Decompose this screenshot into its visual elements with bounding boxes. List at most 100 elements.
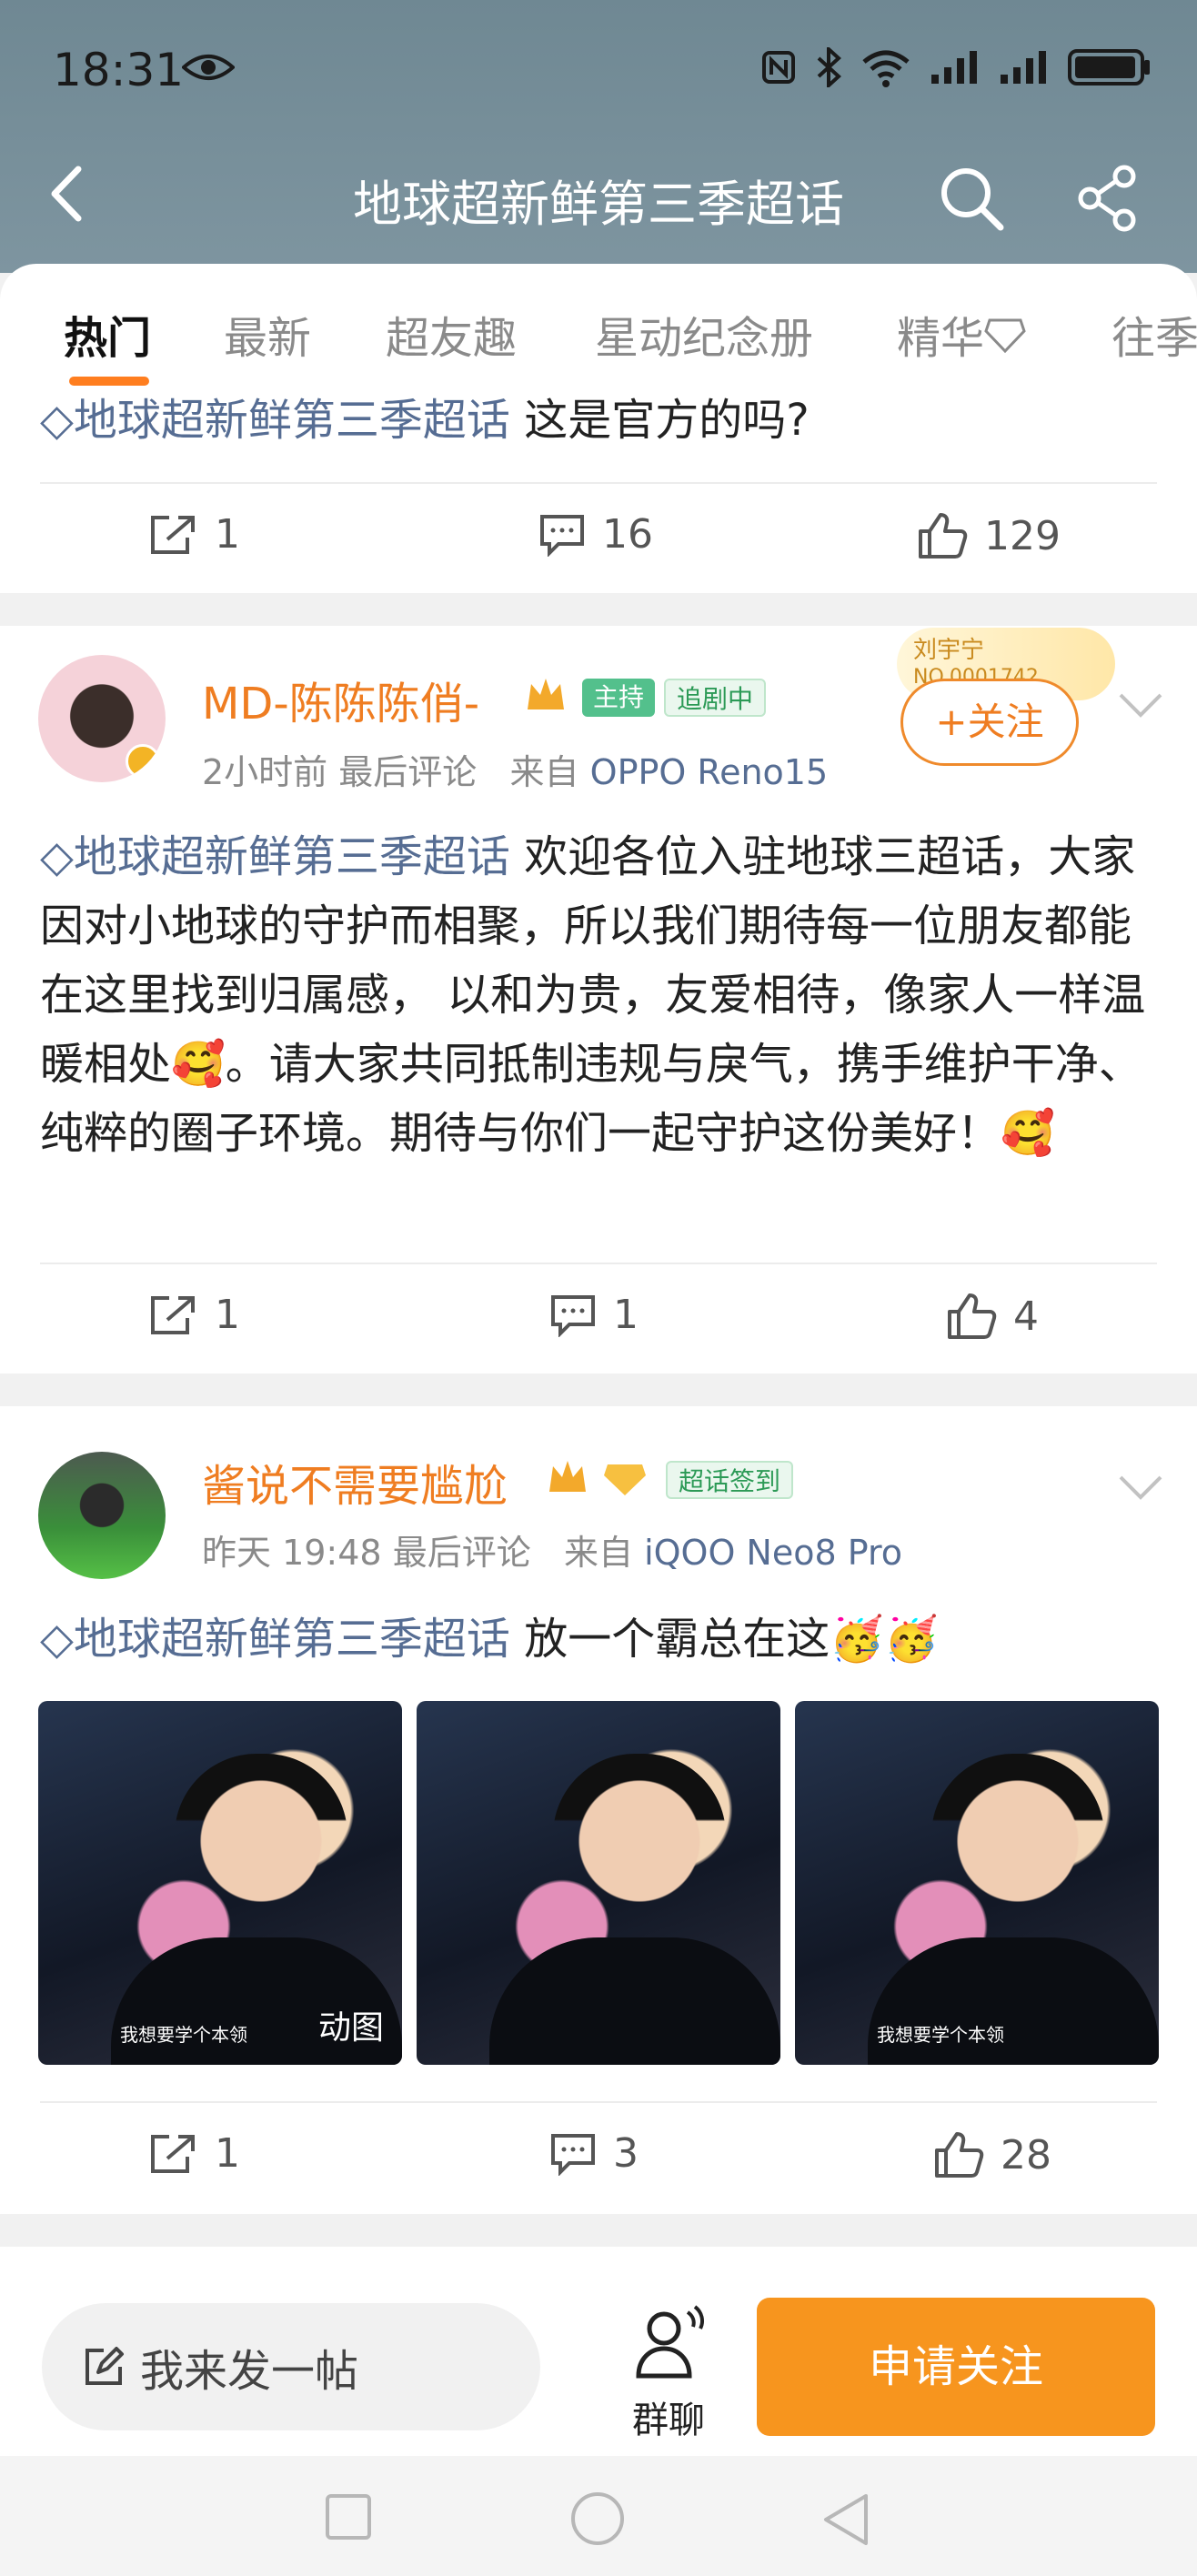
post-image[interactable]: 我想要学个本领 xyxy=(795,1701,1159,2065)
back-nav-icon[interactable] xyxy=(820,2492,871,2547)
compose-button[interactable]: 我来发一帖 xyxy=(42,2303,540,2430)
recent-apps-icon[interactable] xyxy=(326,2494,371,2540)
fan-tag: 刘宇宁 xyxy=(913,637,985,664)
post-3-text: ◇地球超新鲜第三季超话 放一个霸总在这🥳🥳 xyxy=(40,1605,1163,1674)
post-divider xyxy=(0,593,1197,626)
tab-latest[interactable]: 最新 xyxy=(224,302,311,366)
post-body: 这是官方的吗? xyxy=(524,395,810,446)
crown-icon xyxy=(549,1461,586,1492)
comment-button[interactable]: 1 xyxy=(549,1292,639,1338)
post-time: 2小时前 xyxy=(202,752,328,792)
post-image[interactable]: 我想要学个本领 动图 xyxy=(38,1701,402,2065)
username[interactable]: 酱说不需要尴尬 xyxy=(202,1450,508,1514)
image-caption: 我想要学个本领 xyxy=(877,2024,1004,2046)
comment-count: 1 xyxy=(613,1292,639,1338)
chevron-down-icon[interactable] xyxy=(1117,691,1164,719)
apply-follow-button[interactable]: 申请关注 xyxy=(757,2298,1155,2436)
from-label: 来自 xyxy=(563,1533,633,1573)
like-button[interactable]: 129 xyxy=(917,511,1061,560)
group-chat-label: 群聊 xyxy=(632,2400,705,2441)
from-label: 来自 xyxy=(509,752,579,792)
comment-icon xyxy=(551,2133,595,2176)
group-chat-button[interactable]: 群聊 xyxy=(619,2303,719,2443)
tab-past[interactable]: 往季 xyxy=(1112,302,1197,366)
status-icons xyxy=(760,47,1152,87)
repost-count: 1 xyxy=(215,2130,240,2177)
post-divider xyxy=(0,2214,1197,2247)
active-tab-indicator xyxy=(69,377,149,386)
post-body: 放一个霸总在这🥳🥳 xyxy=(524,1614,939,1665)
watching-badge: 追剧中 xyxy=(664,679,767,717)
avatar[interactable] xyxy=(38,1452,166,1579)
group-chat-icon xyxy=(636,2305,704,2379)
image-figure-face xyxy=(931,1754,1104,1972)
repost-icon xyxy=(151,2134,195,2173)
comment-icon xyxy=(551,1294,595,1337)
eye-icon xyxy=(182,55,235,80)
search-icon[interactable] xyxy=(937,164,1006,233)
gif-label: 动图 xyxy=(317,2009,384,2047)
like-count: 28 xyxy=(1001,2131,1051,2179)
topic-label: 地球超新鲜第三季超话 xyxy=(73,395,510,446)
tab-fun[interactable]: 超友趣 xyxy=(386,302,517,366)
post-image[interactable] xyxy=(417,1701,780,2065)
comment-count: 16 xyxy=(602,511,653,558)
page-title: 地球超新鲜第三季超话 xyxy=(353,176,844,233)
bottom-bar: 我来发一帖 群聊 申请关注 xyxy=(0,2274,1197,2456)
repost-count: 1 xyxy=(215,1292,240,1338)
follow-button[interactable]: +关注 xyxy=(900,679,1079,766)
avatar[interactable] xyxy=(38,655,166,782)
post-1-topic[interactable]: ◇地球超新鲜第三季超话 xyxy=(40,395,510,446)
share-icon[interactable] xyxy=(1073,164,1142,233)
like-count: 4 xyxy=(1013,1293,1039,1340)
signal-icon xyxy=(931,51,977,84)
post-2-topic[interactable]: ◇地球超新鲜第三季超话 xyxy=(40,831,510,882)
tab-featured-label: 精华 xyxy=(897,313,985,364)
repost-button[interactable]: 1 xyxy=(149,1292,240,1338)
repost-button[interactable]: 1 xyxy=(149,511,240,558)
post-1-actions: 1 16 129 xyxy=(40,482,1157,591)
device-label: iQOO Neo8 Pro xyxy=(644,1533,903,1573)
diamond-icon xyxy=(984,318,1026,354)
image-grid: 我想要学个本领 动图 我想要学个本领 xyxy=(38,1701,1159,2065)
tab-bar: 热门 最新 超友趣 星动纪念册 精华 往季 xyxy=(0,264,1197,386)
username[interactable]: MD-陈陈陈俏- xyxy=(202,668,479,731)
topic-label: 地球超新鲜第三季超话 xyxy=(73,1614,510,1665)
wifi-icon xyxy=(862,50,910,87)
system-nav-bar xyxy=(0,2456,1197,2576)
crown-icon xyxy=(528,679,564,709)
comment-button[interactable]: 16 xyxy=(538,511,653,558)
post-meta: 2小时前 最后评论 来自 OPPO Reno15 xyxy=(202,744,828,794)
post-time: 昨天 19:48 xyxy=(202,1533,382,1573)
comment-button[interactable]: 3 xyxy=(549,2130,639,2177)
tab-album[interactable]: 星动纪念册 xyxy=(595,302,813,366)
like-button[interactable]: 4 xyxy=(946,1292,1039,1341)
like-count: 129 xyxy=(984,512,1061,559)
repost-count: 1 xyxy=(215,511,240,558)
chevron-down-icon[interactable] xyxy=(1117,1474,1164,1501)
verified-icon xyxy=(126,744,160,779)
image-figure-face xyxy=(175,1754,347,1972)
comment-count: 3 xyxy=(613,2130,639,2177)
signal-icon-2 xyxy=(1001,51,1046,84)
diamond-badge-icon xyxy=(604,1464,646,1495)
home-icon[interactable] xyxy=(571,2492,624,2545)
post-3-actions: 1 3 28 xyxy=(40,2101,1157,2210)
post-2-text: ◇地球超新鲜第三季超话 欢迎各位入驻地球三超话，大家因对小地球的守护而相聚，所以… xyxy=(40,822,1163,1168)
status-time: 18:31 xyxy=(53,44,185,96)
image-figure-face xyxy=(553,1754,726,1972)
edit-icon xyxy=(86,2347,124,2385)
like-icon xyxy=(948,1293,997,1339)
status-bar: 18:31 xyxy=(0,0,1197,136)
last-comment-label: 最后评论 xyxy=(392,1533,531,1573)
like-button[interactable]: 28 xyxy=(933,2130,1051,2179)
repost-icon xyxy=(151,515,195,554)
nfc-icon xyxy=(762,51,795,84)
bluetooth-icon xyxy=(817,47,841,87)
tab-hot[interactable]: 热门 xyxy=(64,302,151,366)
post-3-topic[interactable]: ◇地球超新鲜第三季超话 xyxy=(40,1614,510,1665)
post-divider xyxy=(0,1374,1197,1406)
post-1-text: ◇地球超新鲜第三季超话 这是官方的吗? xyxy=(40,386,1163,455)
tab-featured[interactable]: 精华 xyxy=(897,302,1026,366)
repost-button[interactable]: 1 xyxy=(149,2130,240,2177)
